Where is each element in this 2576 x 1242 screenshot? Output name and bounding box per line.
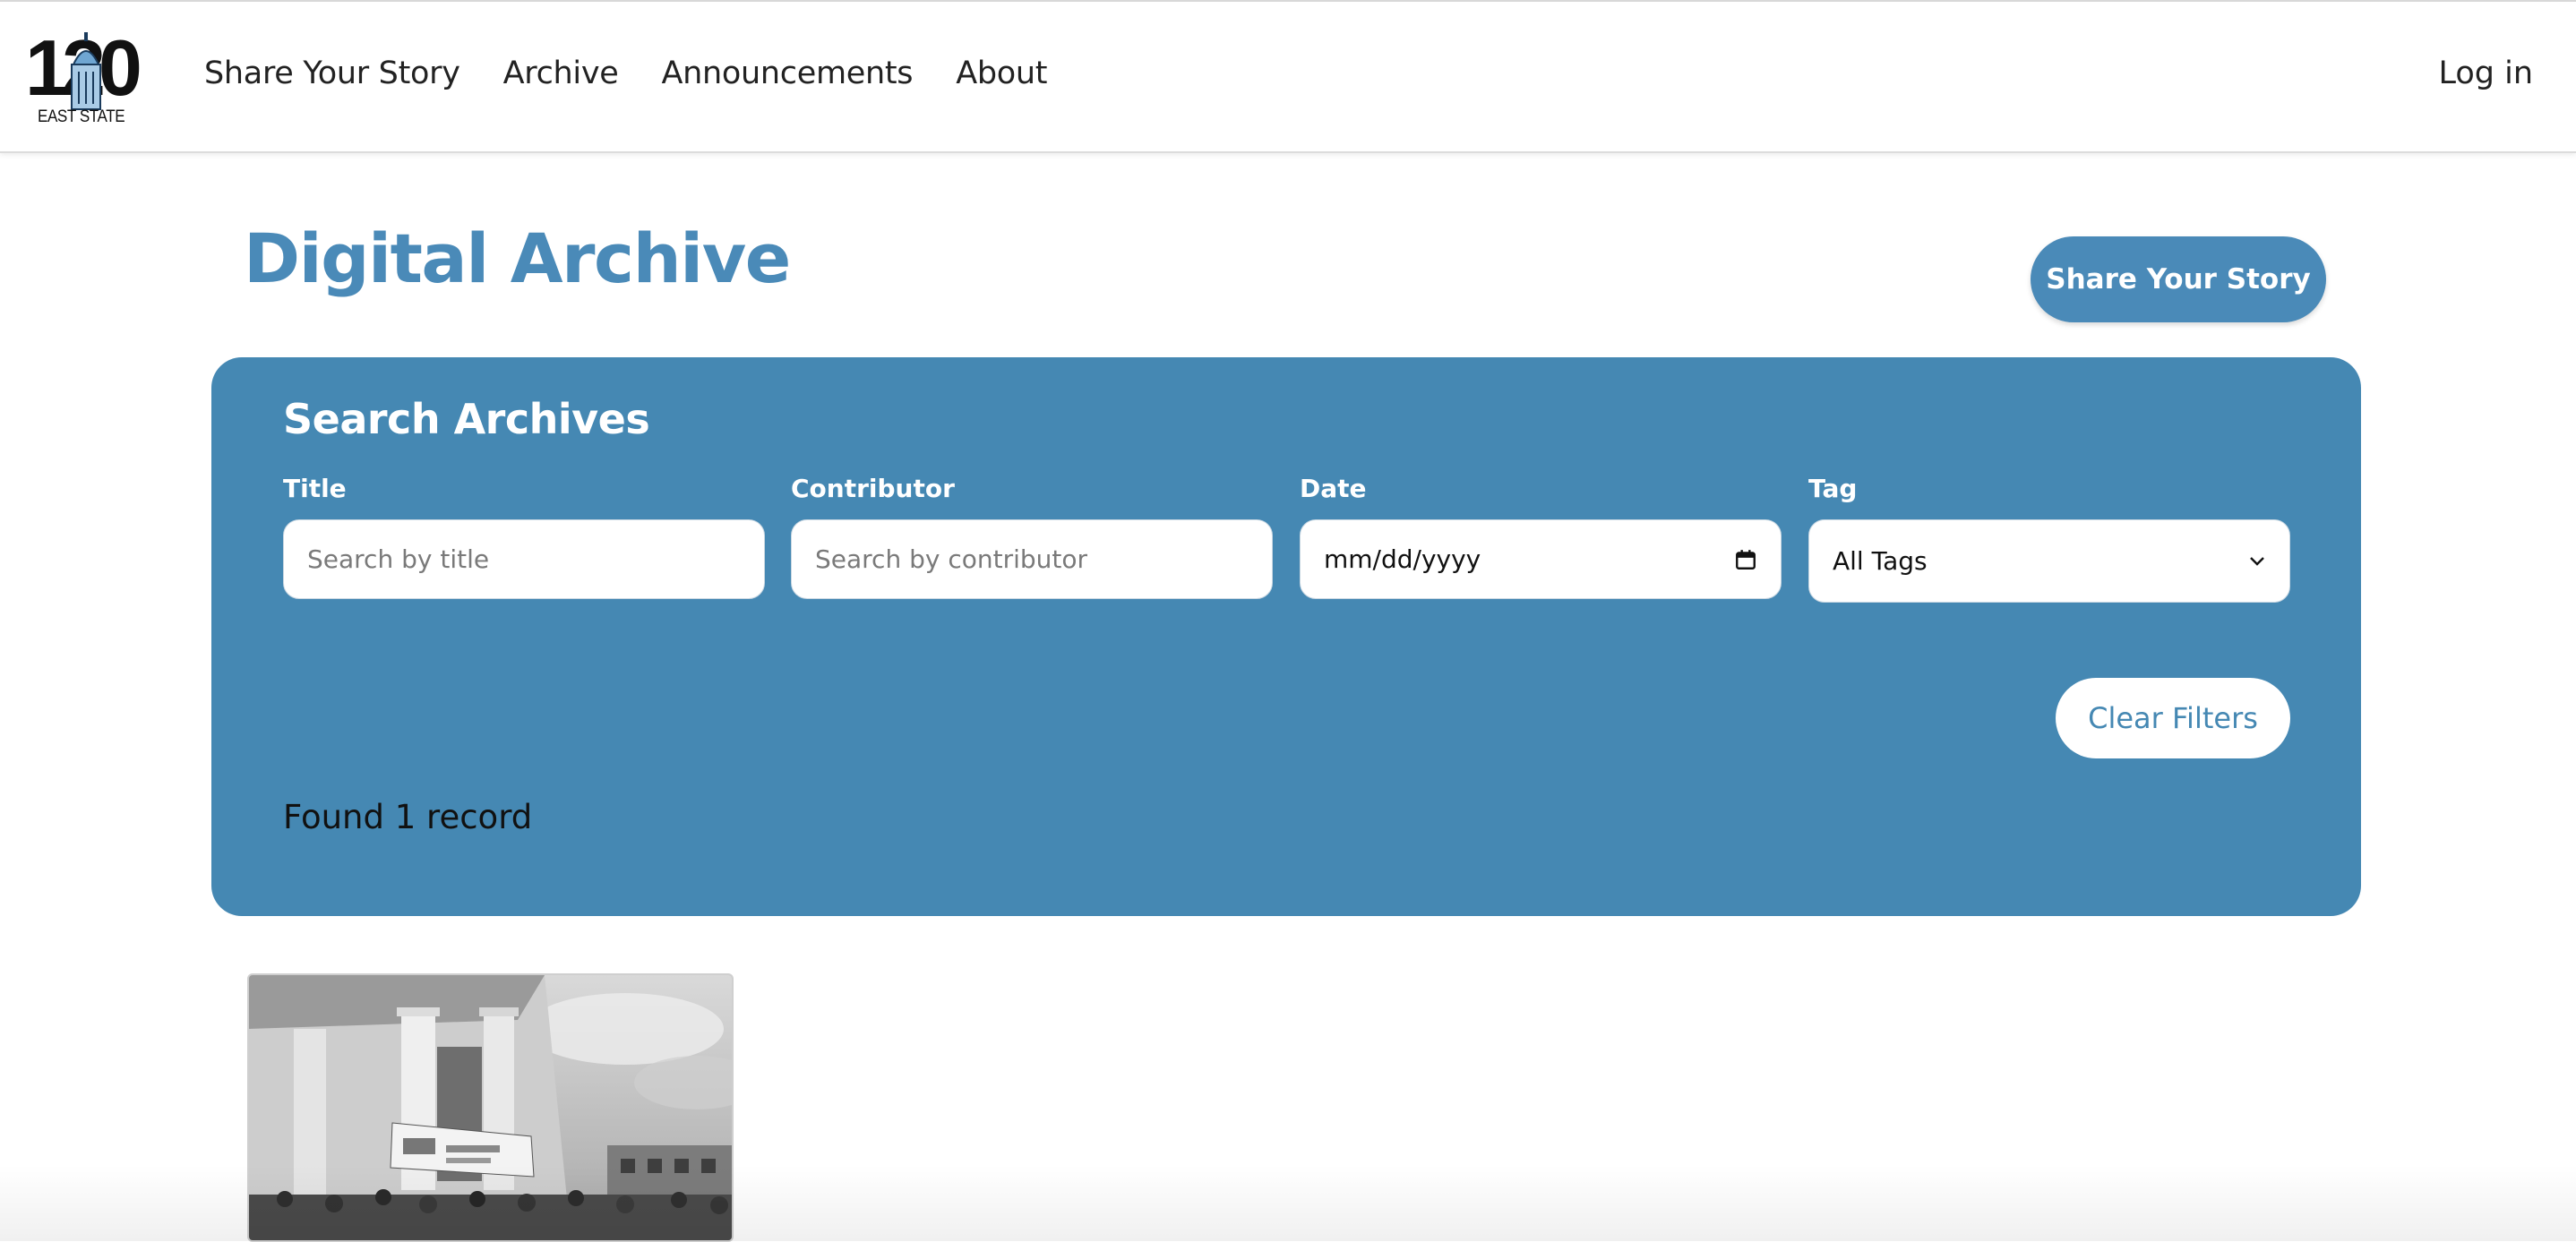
top-navbar: 120 EAST STATE Share Your Story Archive … xyxy=(0,0,2576,153)
share-your-story-button[interactable]: Share Your Story xyxy=(2031,236,2326,322)
page-title: Digital Archive xyxy=(244,218,791,298)
clear-filters-button[interactable]: Clear Filters xyxy=(2056,678,2290,758)
tag-label: Tag xyxy=(1808,474,1858,503)
date-input[interactable]: mm/dd/yyyy xyxy=(1300,519,1782,599)
date-value: mm/dd/yyyy xyxy=(1324,544,1481,574)
nav-about[interactable]: About xyxy=(956,56,1047,91)
chevron-down-icon xyxy=(2250,556,2264,566)
logo-text: EAST STATE xyxy=(38,107,125,126)
tag-filter: Tag All Tags xyxy=(1808,474,2290,603)
search-heading: Search Archives xyxy=(283,395,650,443)
date-filter: Date mm/dd/yyyy xyxy=(1300,474,1782,599)
contributor-label: Contributor xyxy=(791,474,955,503)
record-thumbnail xyxy=(249,975,732,1240)
nav-share-your-story[interactable]: Share Your Story xyxy=(204,56,460,91)
tag-select[interactable]: All Tags xyxy=(1808,519,2290,603)
login-link[interactable]: Log in xyxy=(2438,56,2533,91)
main-nav: Share Your Story Archive Announcements A… xyxy=(204,56,1048,91)
nav-archive[interactable]: Archive xyxy=(503,56,619,91)
calendar-icon[interactable] xyxy=(1734,548,1757,571)
nav-announcements[interactable]: Announcements xyxy=(662,56,914,91)
site-logo[interactable]: 120 EAST STATE xyxy=(25,27,142,130)
dome-building-icon xyxy=(71,32,101,110)
title-search-input[interactable] xyxy=(283,519,765,599)
tag-selected-value: All Tags xyxy=(1833,546,1928,576)
title-filter: Title xyxy=(283,474,765,599)
date-label: Date xyxy=(1300,474,1367,503)
archive-record-card[interactable] xyxy=(247,973,734,1242)
contributor-search-input[interactable] xyxy=(791,519,1273,599)
search-panel: Search Archives Title Contributor Date m… xyxy=(211,357,2361,916)
contributor-filter: Contributor xyxy=(791,474,1273,599)
title-label: Title xyxy=(283,474,347,503)
results-count: Found 1 record xyxy=(283,798,533,836)
